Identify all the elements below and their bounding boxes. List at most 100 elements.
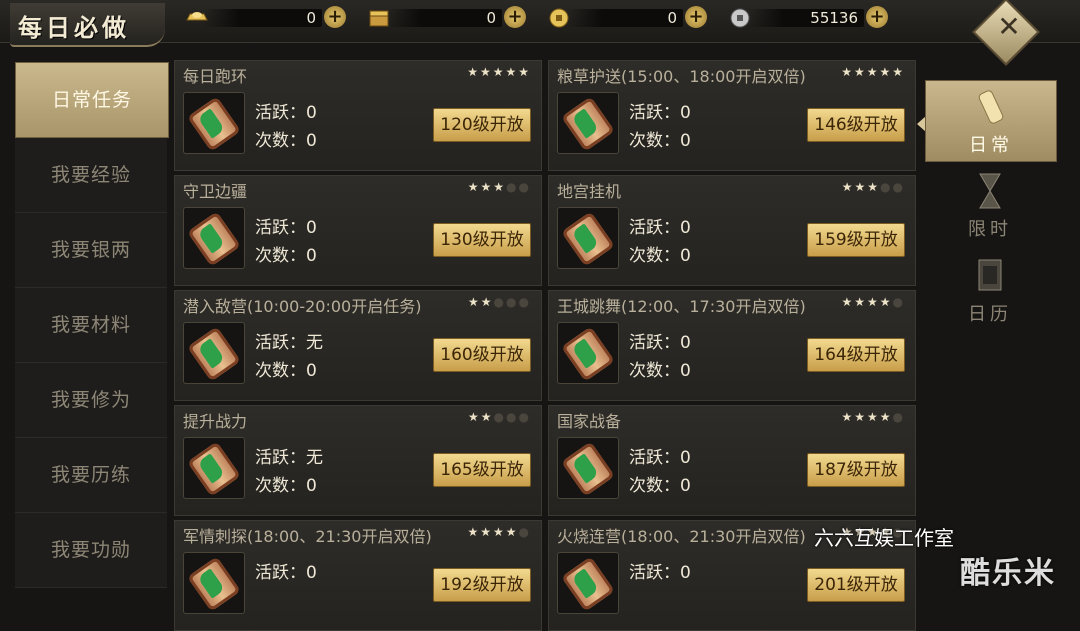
- unlock-level-button[interactable]: 146级开放: [807, 108, 905, 142]
- tab-calendar[interactable]: 日历: [925, 250, 1055, 330]
- unlock-level-button[interactable]: 192级开放: [433, 568, 531, 602]
- silver-coin-icon: [730, 8, 750, 28]
- tab-daily-label: 日常: [969, 135, 1013, 156]
- task-icon-box: [557, 322, 619, 384]
- difficulty-stars: ★★★★●: [467, 525, 531, 539]
- currency-silver: 55136 +: [728, 6, 888, 30]
- task-card[interactable]: 地宫挂机 ★★★●● 活跃：0 次数：0 159级开放: [548, 175, 916, 286]
- scroll-icon: [187, 96, 241, 152]
- tab-limited[interactable]: 限时: [925, 165, 1055, 245]
- task-card[interactable]: 每日跑环 ★★★★★ 活跃：0 次数：0 120级开放: [174, 60, 542, 171]
- unlock-level-button[interactable]: 160级开放: [433, 338, 531, 372]
- activity-label: 活跃：: [255, 448, 306, 468]
- tab-daily[interactable]: 日常: [925, 80, 1057, 162]
- tab-limited-label: 限时: [968, 219, 1012, 240]
- count-value: 0: [680, 361, 691, 381]
- difficulty-stars: ★★●●●: [468, 295, 531, 309]
- count-stat: 次数：0: [255, 126, 317, 151]
- activity-stat: 活跃：0: [629, 443, 691, 468]
- unlock-level-button[interactable]: 201级开放: [807, 568, 905, 602]
- scroll-icon: [561, 326, 615, 382]
- scroll-icon: [187, 556, 241, 612]
- count-stat: 次数：0: [255, 471, 317, 496]
- task-title: 军情刺探(18:00、21:30开启双倍): [183, 527, 432, 546]
- close-icon[interactable]: ✕: [994, 12, 1024, 42]
- add-coin-button[interactable]: +: [685, 6, 707, 28]
- difficulty-stars: ★★★★★: [467, 65, 531, 79]
- add-silver-button[interactable]: +: [866, 6, 888, 28]
- activity-value: 0: [680, 448, 691, 468]
- difficulty-stars: ★★●●●: [468, 410, 531, 424]
- activity-stat: 活跃：0: [255, 213, 317, 238]
- activity-value: 0: [306, 103, 317, 123]
- activity-stat: 活跃：无: [255, 328, 323, 353]
- count-label: 次数：: [629, 361, 680, 381]
- count-label: 次数：: [629, 131, 680, 151]
- activity-value: 0: [306, 218, 317, 238]
- scroll-icon: [187, 326, 241, 382]
- count-value: 0: [306, 361, 317, 381]
- title-plate: 每日必做: [10, 3, 165, 47]
- scroll-icon: [187, 211, 241, 267]
- task-icon-box: [557, 207, 619, 269]
- activity-label: 活跃：: [629, 563, 680, 583]
- calendar-icon: [978, 259, 1002, 291]
- menu-item-daily-tasks[interactable]: 日常任务: [15, 62, 169, 138]
- count-value: 0: [306, 476, 317, 496]
- task-card[interactable]: 提升战力 ★★●●● 活跃：无 次数：0 165级开放: [174, 405, 542, 516]
- currency-box: 0 +: [366, 6, 526, 30]
- add-gold-button[interactable]: +: [324, 6, 346, 28]
- unlock-level-button[interactable]: 120级开放: [433, 108, 531, 142]
- task-card[interactable]: 守卫边疆 ★★★●● 活跃：0 次数：0 130级开放: [174, 175, 542, 286]
- count-value: 0: [306, 246, 317, 266]
- watermark-text: 六六互娱工作室: [814, 526, 954, 550]
- task-card[interactable]: 粮草护送(15:00、18:00开启双倍) ★★★★★ 活跃：0 次数：0 146级开放: [548, 60, 916, 171]
- task-icon-box: [183, 552, 245, 614]
- activity-stat: 活跃：0: [255, 558, 317, 583]
- activity-value: 0: [680, 333, 691, 353]
- menu-item-materials[interactable]: 我要材料: [15, 288, 167, 363]
- unlock-level-button[interactable]: 159级开放: [807, 223, 905, 257]
- activity-stat: 活跃：0: [629, 213, 691, 238]
- menu-item-experience[interactable]: 我要经验: [15, 138, 167, 213]
- task-icon-box: [183, 92, 245, 154]
- currency-coin: 0 +: [547, 6, 707, 30]
- scroll-icon: [978, 90, 1004, 124]
- task-title: 国家战备: [557, 412, 622, 431]
- task-title: 潜入敌营(10:00-20:00开启任务): [183, 297, 422, 316]
- count-value: 0: [306, 131, 317, 151]
- task-card[interactable]: 军情刺探(18:00、21:30开启双倍) ★★★★● 活跃：0 192级开放: [174, 520, 542, 631]
- task-card[interactable]: 国家战备 ★★★★● 活跃：0 次数：0 187级开放: [548, 405, 916, 516]
- activity-value: 0: [306, 563, 317, 583]
- difficulty-stars: ★★★★●: [841, 295, 905, 309]
- add-box-button[interactable]: +: [504, 6, 526, 28]
- activity-label: 活跃：: [255, 218, 306, 238]
- unlock-level-button[interactable]: 187级开放: [807, 453, 905, 487]
- currency-gold: 0 +: [184, 6, 346, 30]
- activity-stat: 活跃：无: [255, 443, 323, 468]
- activity-label: 活跃：: [255, 103, 306, 123]
- menu-item-merit[interactable]: 我要功勋: [15, 513, 167, 588]
- activity-stat: 活跃：0: [629, 328, 691, 353]
- activity-stat: 活跃：0: [629, 558, 691, 583]
- difficulty-stars: ★★★●●: [467, 180, 531, 194]
- task-card[interactable]: 潜入敌营(10:00-20:00开启任务) ★★●●● 活跃：无 次数：0 160级开放: [174, 290, 542, 401]
- unlock-level-button[interactable]: 130级开放: [433, 223, 531, 257]
- task-icon-box: [183, 207, 245, 269]
- activity-label: 活跃：: [629, 103, 680, 123]
- menu-item-cultivation[interactable]: 我要修为: [15, 363, 167, 438]
- task-card[interactable]: 王城跳舞(12:00、17:30开启双倍) ★★★★● 活跃：0 次数：0 164级开放: [548, 290, 916, 401]
- count-value: 0: [680, 246, 691, 266]
- silver-value: 55136: [810, 9, 858, 27]
- unlock-level-button[interactable]: 164级开放: [807, 338, 905, 372]
- task-title: 地宫挂机: [557, 182, 622, 201]
- menu-item-training[interactable]: 我要历练: [15, 438, 167, 513]
- count-value: 0: [680, 131, 691, 151]
- unlock-level-button[interactable]: 165级开放: [433, 453, 531, 487]
- count-label: 次数：: [255, 131, 306, 151]
- menu-item-silver[interactable]: 我要银两: [15, 213, 167, 288]
- activity-label: 活跃：: [629, 448, 680, 468]
- activity-value: 无: [306, 333, 323, 353]
- count-label: 次数：: [255, 476, 306, 496]
- count-stat: 次数：0: [629, 241, 691, 266]
